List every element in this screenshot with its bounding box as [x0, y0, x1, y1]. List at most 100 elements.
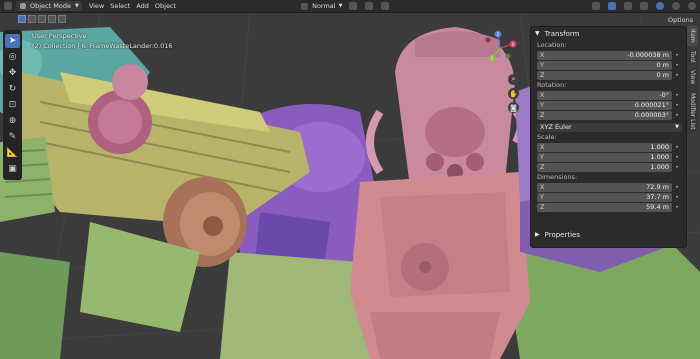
mode-dropdown[interactable]: Object Mode ▼	[16, 1, 82, 11]
options-button[interactable]: Options	[663, 15, 699, 25]
xray-button[interactable]	[636, 1, 652, 11]
rotate-tool[interactable]: ↻	[5, 82, 20, 96]
animate-property-icon[interactable]: •	[672, 72, 682, 79]
transform-tool[interactable]: ⊕	[5, 114, 20, 128]
gizmo-neg-y-handle[interactable]	[505, 53, 511, 59]
rotation-x-field[interactable]: X -0°	[537, 90, 672, 100]
visibility-button[interactable]	[588, 1, 604, 11]
overlay-toggle-button[interactable]	[620, 1, 636, 11]
scale-x-field[interactable]: X 1.000	[537, 142, 672, 152]
pivot-point-button[interactable]	[345, 1, 361, 11]
tab-modifier-list[interactable]: Modifier List	[687, 89, 698, 133]
animate-property-icon[interactable]: •	[672, 52, 682, 59]
navigation-gizmo[interactable]: X Y Z	[482, 30, 518, 66]
transform-icon: ⊕	[8, 116, 17, 126]
chevron-down-icon: ▼	[338, 3, 343, 9]
animate-property-icon[interactable]: •	[672, 164, 682, 171]
transform-panel-header[interactable]: ▼ Transform	[531, 27, 686, 40]
tab-view[interactable]: View	[687, 67, 698, 88]
axis-label: Z	[540, 111, 545, 119]
solid-shading-icon	[656, 2, 664, 10]
tab-view-label: View	[689, 70, 696, 85]
animate-property-icon[interactable]: •	[672, 154, 682, 161]
camera-view-button[interactable]: ◙	[508, 102, 519, 113]
chevron-right-icon: ▶	[535, 231, 540, 238]
dimensions-x-field[interactable]: X 72.9 m	[537, 182, 672, 192]
menu-object[interactable]: Object	[152, 1, 179, 11]
magnifier-icon: ⌕	[511, 75, 516, 83]
rotation-mode-value: XYZ Euler	[540, 123, 572, 131]
location-z-row: Z 0 m •	[537, 70, 682, 80]
proportional-edit-icon	[381, 2, 390, 10]
snap-button[interactable]	[361, 1, 377, 11]
animate-property-icon[interactable]: •	[672, 184, 682, 191]
annotate-tool[interactable]: ✎	[5, 130, 20, 144]
rotation-mode-select[interactable]: XYZ Euler ▼	[537, 122, 682, 132]
axis-label: X	[540, 91, 545, 99]
scale-y-field[interactable]: Y 1.000	[537, 152, 672, 162]
cursor-tool[interactable]: ◎	[5, 50, 20, 64]
select-subtract-button[interactable]	[38, 14, 46, 23]
rotation-z-field[interactable]: Z 0.000003°	[537, 110, 672, 120]
tab-tool-label: Tool	[689, 50, 696, 63]
proportional-edit-button[interactable]	[377, 1, 393, 11]
orientation-label: Normal	[312, 2, 336, 10]
editor-type-button[interactable]	[0, 1, 16, 11]
field-value: 1.000	[650, 163, 669, 171]
cube-icon: ▣	[8, 164, 17, 174]
scale-tool[interactable]: ⊡	[5, 98, 20, 112]
gizmo-toggle-button[interactable]	[604, 1, 620, 11]
dimensions-z-field[interactable]: Z 59.4 m	[537, 202, 672, 212]
tab-tool[interactable]: Tool	[687, 47, 698, 66]
scale-z-field[interactable]: Z 1.000	[537, 162, 672, 172]
animate-property-icon[interactable]: •	[672, 194, 682, 201]
animate-property-icon[interactable]: •	[672, 92, 682, 99]
magnet-icon	[365, 2, 374, 10]
shading-rendered-button[interactable]	[684, 1, 700, 11]
select-extend-button[interactable]	[28, 14, 36, 23]
field-value: -0.000038 m	[627, 51, 669, 59]
gizmo-z-label: Z	[497, 32, 500, 37]
axis-label: Y	[540, 61, 544, 69]
animate-property-icon[interactable]: •	[672, 102, 682, 109]
animate-property-icon[interactable]: •	[672, 144, 682, 151]
animate-property-icon[interactable]: •	[672, 62, 682, 69]
select-intersect-button[interactable]	[58, 14, 66, 23]
scale-x-row: X 1.000 •	[537, 142, 682, 152]
select-new-button[interactable]	[18, 14, 26, 23]
location-x-field[interactable]: X -0.000038 m	[537, 50, 672, 60]
rendered-shading-icon	[688, 2, 696, 10]
mode-label: Object Mode	[30, 2, 71, 10]
location-y-field[interactable]: Y 0 m	[537, 60, 672, 70]
move-tool[interactable]: ✥	[5, 66, 20, 80]
select-tool[interactable]: ➤	[5, 34, 20, 48]
gizmo-neg-x-handle[interactable]	[485, 37, 491, 43]
animate-property-icon[interactable]: •	[672, 112, 682, 119]
tab-item[interactable]: Item	[687, 26, 698, 46]
scale-z-row: Z 1.000 •	[537, 162, 682, 172]
animate-property-icon[interactable]: •	[672, 204, 682, 211]
shading-solid-button[interactable]	[652, 1, 668, 11]
menu-view[interactable]: View	[86, 1, 107, 11]
menu-add[interactable]: Add	[133, 1, 152, 11]
shading-material-button[interactable]	[668, 1, 684, 11]
pan-button[interactable]: ✋	[508, 88, 519, 99]
add-cube-tool[interactable]: ▣	[5, 162, 20, 176]
dimensions-z-row: Z 59.4 m •	[537, 202, 682, 212]
dimensions-y-field[interactable]: Y 37.7 m	[537, 192, 672, 202]
location-x-row: X -0.000038 m •	[537, 50, 682, 60]
select-invert-button[interactable]	[48, 14, 56, 23]
axis-label: Z	[540, 163, 545, 171]
rotation-y-field[interactable]: Y 0.000021°	[537, 100, 672, 110]
axis-label: X	[540, 143, 545, 151]
orientation-dropdown[interactable]: Normal ▼	[297, 1, 345, 11]
zoom-button[interactable]: ⌕	[508, 74, 519, 85]
properties-panel-header[interactable]: ▶ Properties	[531, 228, 685, 241]
measure-tool[interactable]: 📐	[5, 146, 20, 160]
axis-label: X	[540, 51, 545, 59]
scale-y-row: Y 1.000 •	[537, 152, 682, 162]
hand-icon: ✋	[509, 89, 518, 98]
transform-orientation-icon	[301, 2, 309, 10]
menu-select[interactable]: Select	[107, 1, 133, 11]
location-z-field[interactable]: Z 0 m	[537, 70, 672, 80]
